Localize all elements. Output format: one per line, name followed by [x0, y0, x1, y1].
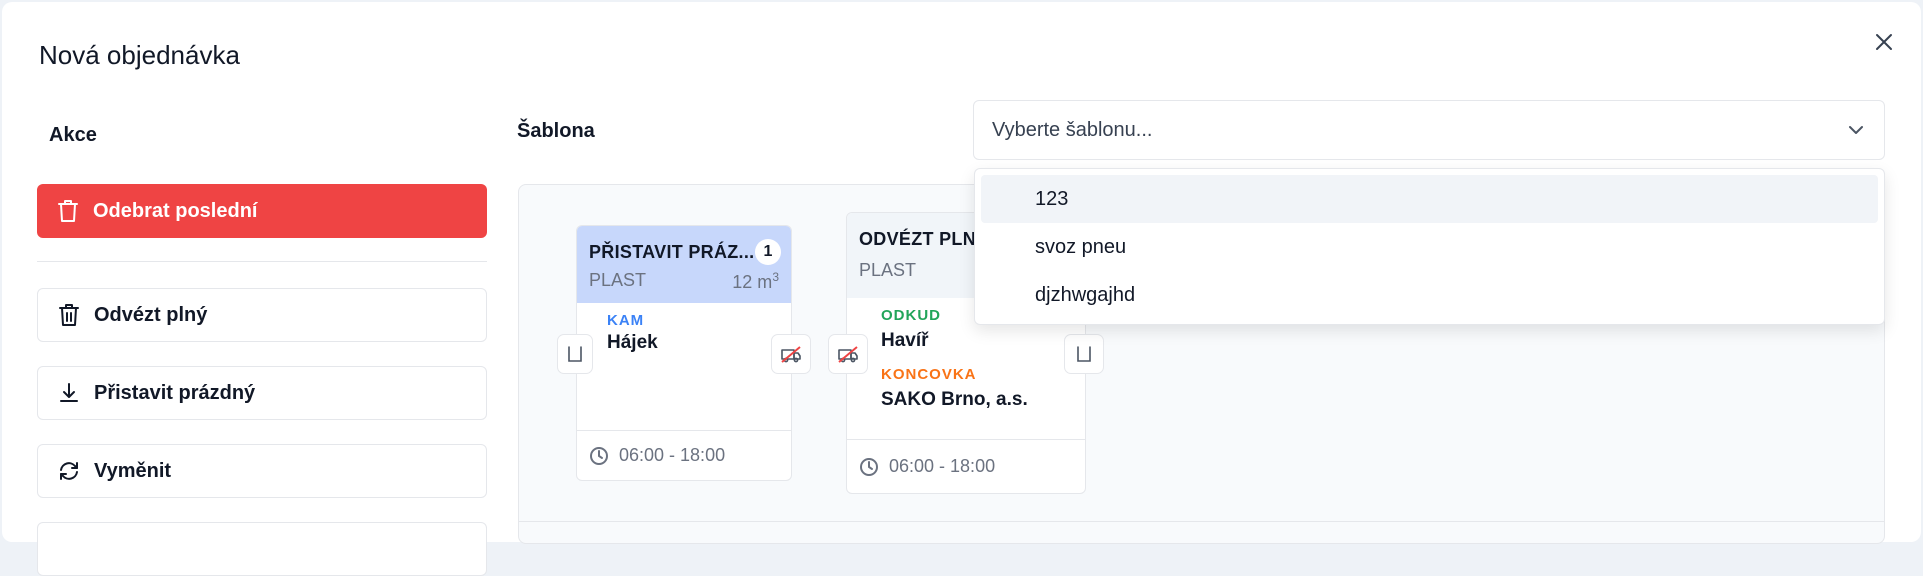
remove-last-button[interactable]: Odebrat poslední: [37, 184, 487, 238]
bin-icon: [568, 346, 582, 362]
modal-title: Nová objednávka: [39, 40, 240, 70]
clock-icon: [590, 446, 608, 465]
actions-divider: [37, 261, 487, 262]
destination-label: KAM: [607, 312, 645, 329]
container-button-right[interactable]: [1064, 334, 1104, 374]
pickup-full-button[interactable]: Odvézt plný: [37, 288, 487, 342]
card-title: ODVÉZT PLN: [859, 229, 977, 249]
origin-value: Havíř: [881, 330, 929, 351]
card-time: 06:00 - 18:00: [619, 445, 726, 465]
exchange-label: Vyměnit: [94, 459, 172, 482]
card-title: PŘISTAVIT PRÁZ...: [589, 242, 755, 262]
template-label: Šablona: [517, 120, 595, 142]
close-icon: [1876, 34, 1892, 50]
pickup-full-label: Odvézt plný: [94, 303, 208, 326]
card-volume: 12 m3: [732, 270, 779, 293]
template-select[interactable]: Vyberte šablonu...: [973, 100, 1885, 160]
order-card-deliver[interactable]: PŘISTAVIT PRÁZ... 1 PLAST 12 m3 KAM Háje…: [576, 225, 792, 481]
destination-value: Hájek: [607, 332, 658, 353]
deliver-empty-label: Přistavit prázdný: [94, 381, 256, 404]
clock-icon: [860, 457, 878, 476]
card-header: PŘISTAVIT PRÁZ... 1 PLAST 12 m3: [577, 226, 791, 303]
remove-last-label: Odebrat poslední: [93, 199, 258, 222]
trash-icon: [58, 200, 78, 222]
card-time: 06:00 - 18:00: [889, 456, 996, 476]
template-option[interactable]: djzhwgajhd: [981, 271, 1878, 319]
exchange-button[interactable]: Vyměnit: [37, 444, 487, 498]
card-footer: 06:00 - 18:00: [577, 430, 791, 480]
card-footer: 06:00 - 18:00: [847, 439, 1085, 493]
card-volume-value: 12 m: [732, 272, 773, 292]
download-icon: [60, 383, 78, 402]
trash-icon: [59, 304, 79, 326]
endpoint-value: SAKO Brno, a.s.: [881, 389, 1028, 410]
refresh-icon: [60, 462, 78, 480]
origin-label: ODKUD: [881, 307, 941, 324]
close-button[interactable]: [1870, 28, 1898, 56]
no-truck-button[interactable]: [828, 334, 868, 374]
endpoint-label: KONCOVKA: [881, 366, 977, 383]
more-action-button[interactable]: [37, 522, 487, 576]
card-volume-unit: 3: [772, 270, 779, 284]
container-button-left[interactable]: [557, 334, 593, 374]
truck-disabled-icon: [838, 346, 858, 363]
template-option[interactable]: 123: [981, 175, 1878, 223]
chevron-down-icon: [1849, 126, 1863, 134]
card-material: PLAST: [589, 270, 647, 290]
bin-icon: [1077, 346, 1091, 362]
card-material: PLAST: [859, 260, 917, 280]
no-truck-button[interactable]: [771, 334, 811, 374]
template-option[interactable]: svoz pneu: [981, 223, 1878, 271]
actions-label: Akce: [49, 124, 97, 146]
card-count-badge: 1: [755, 239, 781, 265]
truck-disabled-icon: [781, 346, 801, 363]
canvas-divider: [519, 521, 1884, 522]
deliver-empty-button[interactable]: Přistavit prázdný: [37, 366, 487, 420]
template-dropdown: 123 svoz pneu djzhwgajhd: [974, 168, 1885, 325]
template-select-placeholder: Vyberte šablonu...: [992, 118, 1153, 141]
